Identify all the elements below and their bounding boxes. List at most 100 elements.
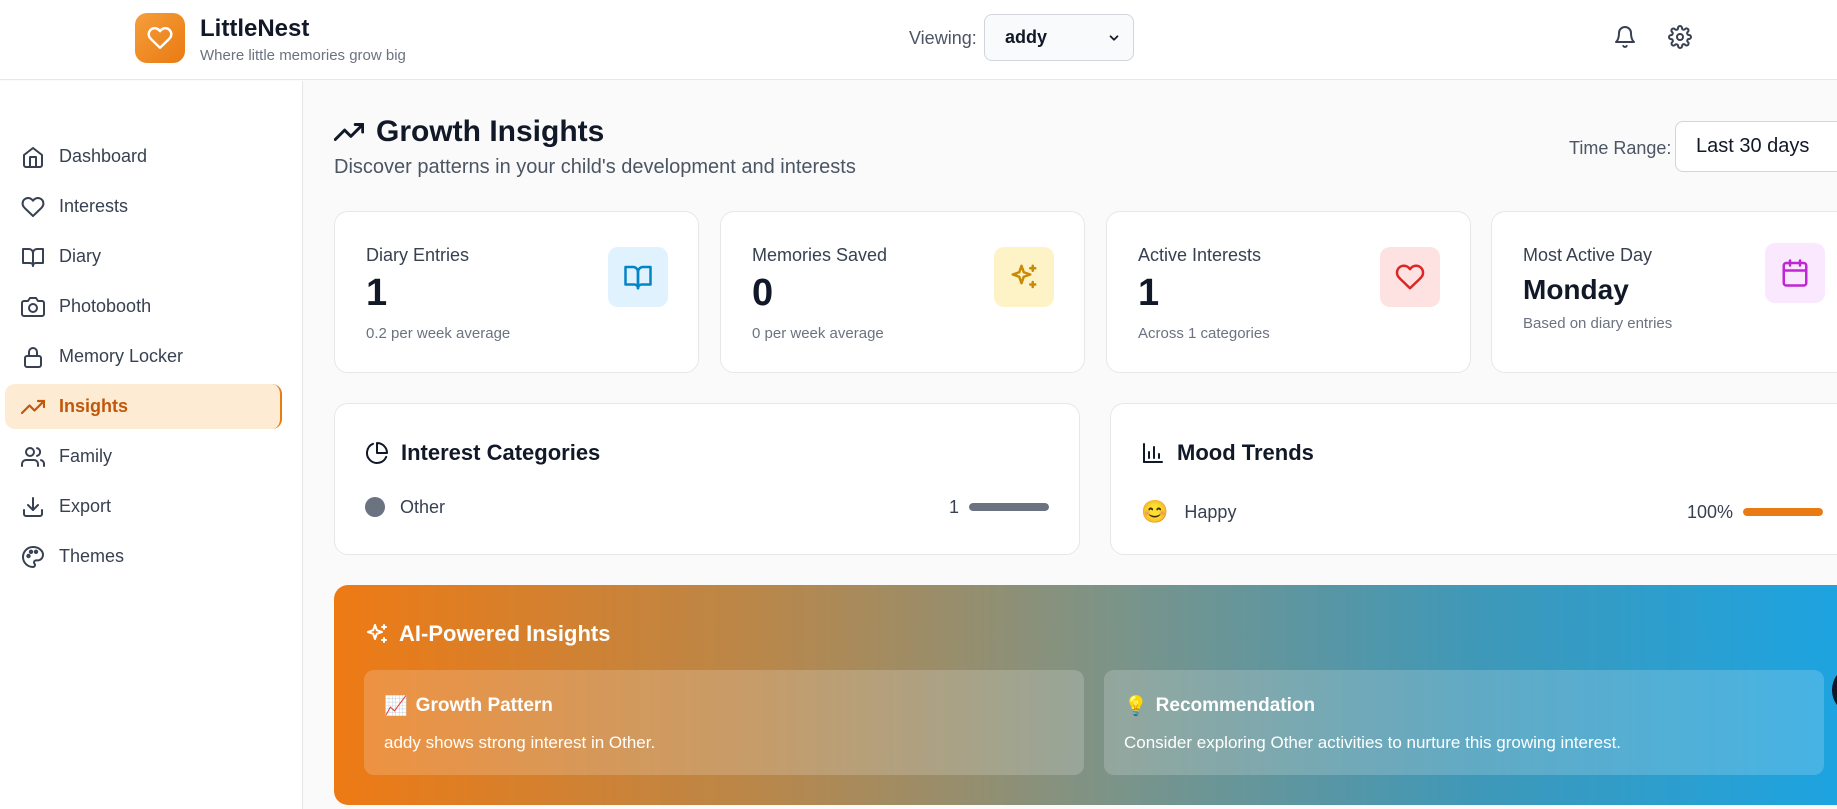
stat-value: Monday bbox=[1523, 274, 1629, 305]
sidebar-item-themes[interactable]: Themes bbox=[5, 534, 282, 579]
mood-bar-fill bbox=[1743, 508, 1823, 516]
sidebar-item-dashboard[interactable]: Dashboard bbox=[5, 134, 282, 179]
chart-increasing-icon: 📈 bbox=[384, 696, 408, 717]
bell-icon[interactable] bbox=[1612, 24, 1638, 50]
page-subtitle: Discover patterns in your child's develo… bbox=[334, 156, 856, 178]
ai-card-title: 📈 Growth Pattern bbox=[384, 694, 553, 718]
ai-card-title-text: Recommendation bbox=[1155, 695, 1316, 716]
viewing-label: Viewing: bbox=[909, 28, 977, 48]
users-icon bbox=[20, 444, 46, 470]
ai-insights-panel: AI-Powered Insights 📈 Growth Pattern add… bbox=[334, 585, 1837, 805]
stat-card-most-active-day: Most Active Day Monday Based on diary en… bbox=[1491, 211, 1837, 373]
time-range-label: Time Range: bbox=[1569, 138, 1672, 158]
heart-icon bbox=[147, 27, 173, 49]
child-select[interactable]: addy bbox=[984, 14, 1134, 61]
gear-icon[interactable] bbox=[1667, 24, 1693, 50]
page-title: Growth Insights bbox=[334, 115, 604, 149]
heart-icon bbox=[20, 194, 46, 220]
home-icon bbox=[20, 144, 46, 170]
list-item: Other 1 bbox=[365, 492, 1049, 522]
ai-card-text: Consider exploring Other activities to n… bbox=[1124, 733, 1622, 752]
ai-card-title: 💡 Recommendation bbox=[1124, 694, 1315, 718]
book-icon bbox=[20, 244, 46, 270]
stat-label: Diary Entries bbox=[366, 245, 470, 265]
stat-note: 0 per week average bbox=[752, 325, 884, 342]
mood-label: Happy bbox=[1184, 501, 1237, 522]
sidebar: Dashboard Interests Diary Photobooth Mem… bbox=[0, 81, 303, 809]
ai-card-text: addy shows strong interest in Other. bbox=[384, 733, 656, 752]
lock-icon bbox=[20, 344, 46, 370]
mood-bar bbox=[1743, 508, 1823, 516]
page-title-text: Growth Insights bbox=[376, 115, 605, 148]
app-logo[interactable] bbox=[135, 13, 185, 63]
sidebar-item-label: Themes bbox=[59, 546, 125, 566]
time-range-value: Last 30 days bbox=[1696, 135, 1810, 157]
sidebar-item-label: Dashboard bbox=[59, 146, 148, 166]
light-bulb-icon: 💡 bbox=[1124, 696, 1148, 717]
interest-categories-panel: Interest Categories Other 1 bbox=[334, 403, 1080, 555]
stat-note: Based on diary entries bbox=[1523, 315, 1673, 332]
ai-card-growth-pattern: 📈 Growth Pattern addy shows strong inter… bbox=[364, 670, 1084, 775]
calendar-icon bbox=[1765, 243, 1825, 303]
time-range-select[interactable]: Last 30 days bbox=[1675, 121, 1837, 172]
download-icon bbox=[20, 494, 46, 520]
stat-note: Across 1 categories bbox=[1138, 325, 1270, 342]
category-bar-fill bbox=[969, 503, 1049, 511]
panel-title: Interest Categories bbox=[365, 440, 600, 466]
sidebar-item-label: Diary bbox=[59, 246, 102, 266]
sidebar-item-label: Interests bbox=[59, 196, 129, 216]
trending-up-icon bbox=[334, 123, 364, 141]
heart-icon bbox=[1380, 247, 1440, 307]
stat-value: 0 bbox=[752, 272, 774, 314]
category-color-dot bbox=[365, 497, 385, 517]
sidebar-item-label: Family bbox=[59, 446, 112, 466]
stat-label: Active Interests bbox=[1138, 245, 1262, 265]
ai-insights-title-text: AI-Powered Insights bbox=[399, 621, 611, 646]
stat-label: Most Active Day bbox=[1523, 245, 1653, 265]
panel-title-text: Mood Trends bbox=[1177, 440, 1314, 465]
mood-emoji: 😊 bbox=[1141, 499, 1169, 524]
stat-card-active-interests: Active Interests 1 Across 1 categories bbox=[1106, 211, 1471, 373]
sidebar-item-label: Insights bbox=[59, 396, 129, 416]
ai-card-title-text: Growth Pattern bbox=[415, 695, 553, 716]
sidebar-item-label: Photobooth bbox=[59, 296, 152, 316]
stat-card-diary-entries: Diary Entries 1 0.2 per week average bbox=[334, 211, 699, 373]
category-bar bbox=[969, 503, 1049, 511]
child-select-value: addy bbox=[1005, 27, 1048, 47]
category-label: Other bbox=[400, 496, 446, 517]
stat-value: 1 bbox=[1138, 272, 1160, 314]
bar-chart-icon bbox=[1143, 443, 1163, 463]
mood-percent: 100% bbox=[1686, 501, 1733, 522]
sidebar-item-interests[interactable]: Interests bbox=[5, 184, 282, 229]
ai-card-recommendation: 💡 Recommendation Consider exploring Othe… bbox=[1104, 670, 1824, 775]
sparkles-icon bbox=[994, 247, 1054, 307]
category-count: 1 bbox=[948, 496, 959, 517]
book-open-icon bbox=[608, 247, 668, 307]
top-header: LittleNest Where little memories grow bi… bbox=[0, 0, 1837, 80]
sidebar-item-label: Export bbox=[59, 496, 112, 516]
sidebar-item-family[interactable]: Family bbox=[5, 434, 282, 479]
chevron-down-icon bbox=[1109, 34, 1119, 41]
sidebar-item-label: Memory Locker bbox=[59, 346, 184, 366]
sidebar-item-export[interactable]: Export bbox=[5, 484, 282, 529]
panel-title: Mood Trends bbox=[1141, 440, 1314, 466]
camera-icon bbox=[20, 294, 46, 320]
stat-value: 1 bbox=[366, 272, 388, 314]
stat-note: 0.2 per week average bbox=[366, 325, 511, 342]
sidebar-item-memory-locker[interactable]: Memory Locker bbox=[5, 334, 282, 379]
palette-icon bbox=[20, 544, 46, 570]
stat-card-memories-saved: Memories Saved 0 0 per week average bbox=[720, 211, 1085, 373]
sidebar-item-diary[interactable]: Diary bbox=[5, 234, 282, 279]
ai-insights-title: AI-Powered Insights bbox=[365, 621, 610, 647]
trending-up-icon bbox=[20, 394, 46, 420]
panel-title-text: Interest Categories bbox=[401, 440, 601, 465]
app-name: LittleNest bbox=[200, 15, 310, 42]
pie-chart-icon bbox=[366, 442, 388, 464]
sidebar-item-insights[interactable]: Insights bbox=[5, 384, 282, 429]
mood-trends-panel: Mood Trends 😊 Happy 100% bbox=[1110, 403, 1837, 555]
list-item: 😊 Happy 100% bbox=[1141, 497, 1823, 527]
sidebar-item-photobooth[interactable]: Photobooth bbox=[5, 284, 282, 329]
sparkles-icon bbox=[367, 624, 387, 643]
stat-label: Memories Saved bbox=[752, 245, 888, 265]
app-tagline: Where little memories grow big bbox=[200, 47, 406, 64]
